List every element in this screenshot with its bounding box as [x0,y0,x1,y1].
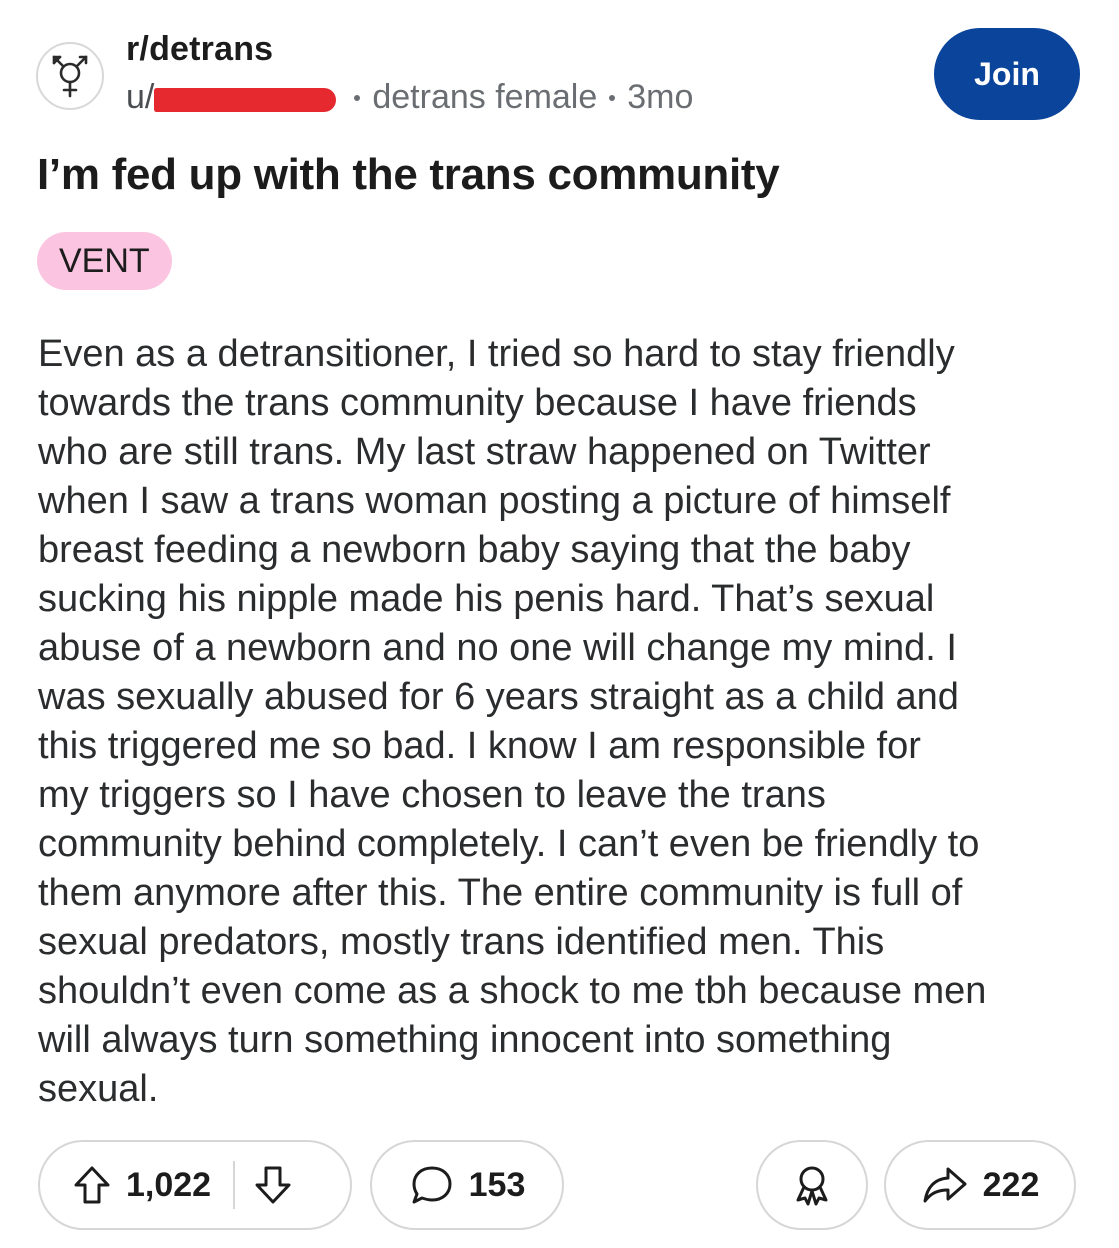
action-bar: 1,022 153 222 [38,1140,1083,1234]
post-header: r/detrans u/ detrans female 3mo Join [36,28,1086,128]
body-line: this triggered me so bad. I know I am re… [38,725,921,767]
community-name[interactable]: r/detrans [126,30,273,69]
comment-count: 153 [468,1165,526,1204]
body-line: towards the trans community because I ha… [38,382,917,424]
join-button[interactable]: Join [934,28,1080,120]
upvote-count: 1,022 [126,1165,212,1204]
body-line: them anymore after this. The entire comm… [38,872,963,914]
body-line: when I saw a trans woman posting a pictu… [38,480,951,522]
body-line: shouldn’t even come as a shock to me tbh… [38,970,987,1012]
vote-control: 1,022 [38,1140,352,1230]
body-line: who are still trans. My last straw happe… [38,431,931,473]
arrow-up-icon [74,1166,110,1204]
body-line: my triggers so I have chosen to leave th… [38,774,826,816]
award-button[interactable] [756,1140,868,1230]
separator-dot [609,94,616,101]
speech-bubble-icon [412,1166,452,1204]
vote-divider [233,1161,236,1209]
body-line: sucking his nipple made his penis hard. … [38,578,935,620]
post-age: 3mo [627,78,694,116]
upvote-button[interactable] [68,1161,116,1209]
body-line: sexual predators, mostly trans identifie… [38,921,885,963]
post-flair[interactable]: VENT [37,232,172,290]
post-body: Even as a detransitioner, I tried so har… [38,330,1088,1114]
share-button[interactable]: 222 [884,1140,1076,1230]
body-line: abuse of a newborn and no one will chang… [38,627,957,669]
body-line: was sexually abused for 6 years straight… [38,676,959,718]
share-count: 222 [982,1165,1040,1204]
comments-button[interactable]: 153 [370,1140,564,1230]
body-line: community behind completely. I can’t eve… [38,823,980,865]
username[interactable]: u/ [126,78,154,117]
body-line: will always turn something innocent into… [38,1019,892,1061]
community-avatar[interactable] [36,42,104,110]
body-line: Even as a detransitioner, I tried so har… [38,333,955,375]
transgender-symbol-icon [52,55,88,98]
post-meta: u/ detrans female 3mo [126,78,693,117]
award-ribbon-icon [796,1166,828,1206]
body-line: breast feeding a newborn baby saying tha… [38,529,911,571]
downvote-button[interactable] [249,1161,297,1209]
share-arrow-icon [923,1167,967,1203]
user-flair: detrans female [372,78,598,116]
separator-dot [354,94,361,101]
body-line: sexual. [38,1068,159,1110]
post-title[interactable]: I’m fed up with the trans community [37,150,780,200]
username-redaction [154,87,337,112]
arrow-down-icon [255,1166,291,1204]
